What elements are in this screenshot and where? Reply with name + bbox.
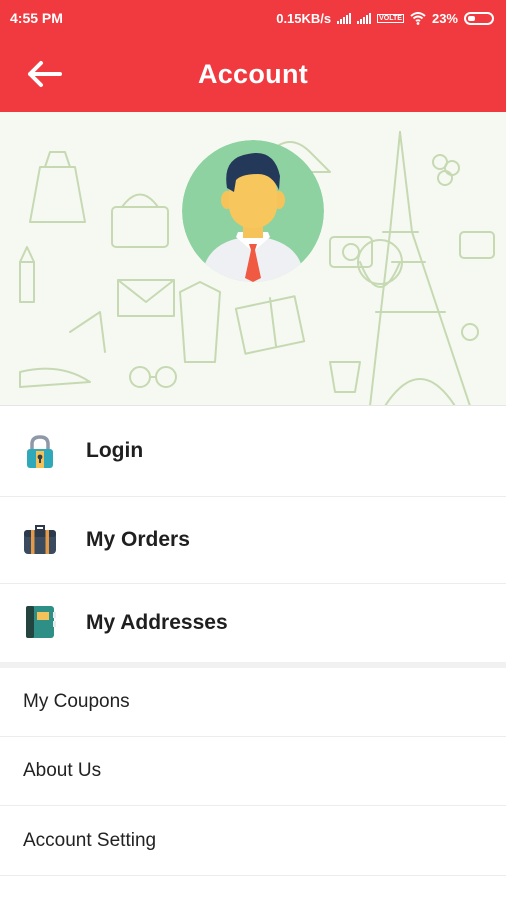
padlock-icon <box>27 435 53 468</box>
battery-icon <box>464 11 494 25</box>
my-orders-label: My Orders <box>86 528 190 551</box>
arrow-left-icon <box>28 61 62 87</box>
app-bar: Account <box>0 36 506 112</box>
page-title: Account <box>197 58 309 89</box>
about-us-label: About Us <box>23 760 102 781</box>
signal-icon <box>337 12 352 24</box>
about-us-item[interactable]: About Us <box>0 737 506 806</box>
my-addresses-label: My Addresses <box>86 611 228 634</box>
network-speed: 0.15KB/s <box>276 10 332 26</box>
address-book-icon <box>26 606 56 638</box>
status-time: 4:55 PM <box>10 10 63 26</box>
my-orders-item[interactable]: My Orders <box>0 497 506 584</box>
profile-header <box>0 112 506 406</box>
battery-percent: 23% <box>431 10 458 26</box>
login-label: Login <box>86 439 144 462</box>
account-setting-label: Account Setting <box>23 829 157 851</box>
wifi-icon <box>410 11 426 25</box>
login-item[interactable]: Login <box>0 406 506 497</box>
my-coupons-label: My Coupons <box>23 691 130 712</box>
back-button[interactable] <box>26 60 62 88</box>
my-coupons-item[interactable]: My Coupons <box>0 668 506 737</box>
status-indicators: 0.15KB/s VOLTE 23% <box>276 11 494 26</box>
user-avatar-icon <box>182 140 324 282</box>
signal-icon-2 <box>357 12 372 24</box>
status-bar: 4:55 PM 0.15KB/s VOLTE 23% <box>0 0 506 36</box>
my-addresses-item[interactable]: My Addresses <box>0 584 506 662</box>
volte-icon: VOLTE <box>377 13 404 23</box>
account-setting-item[interactable]: Account Setting <box>0 806 506 876</box>
briefcase-icon <box>24 525 56 554</box>
